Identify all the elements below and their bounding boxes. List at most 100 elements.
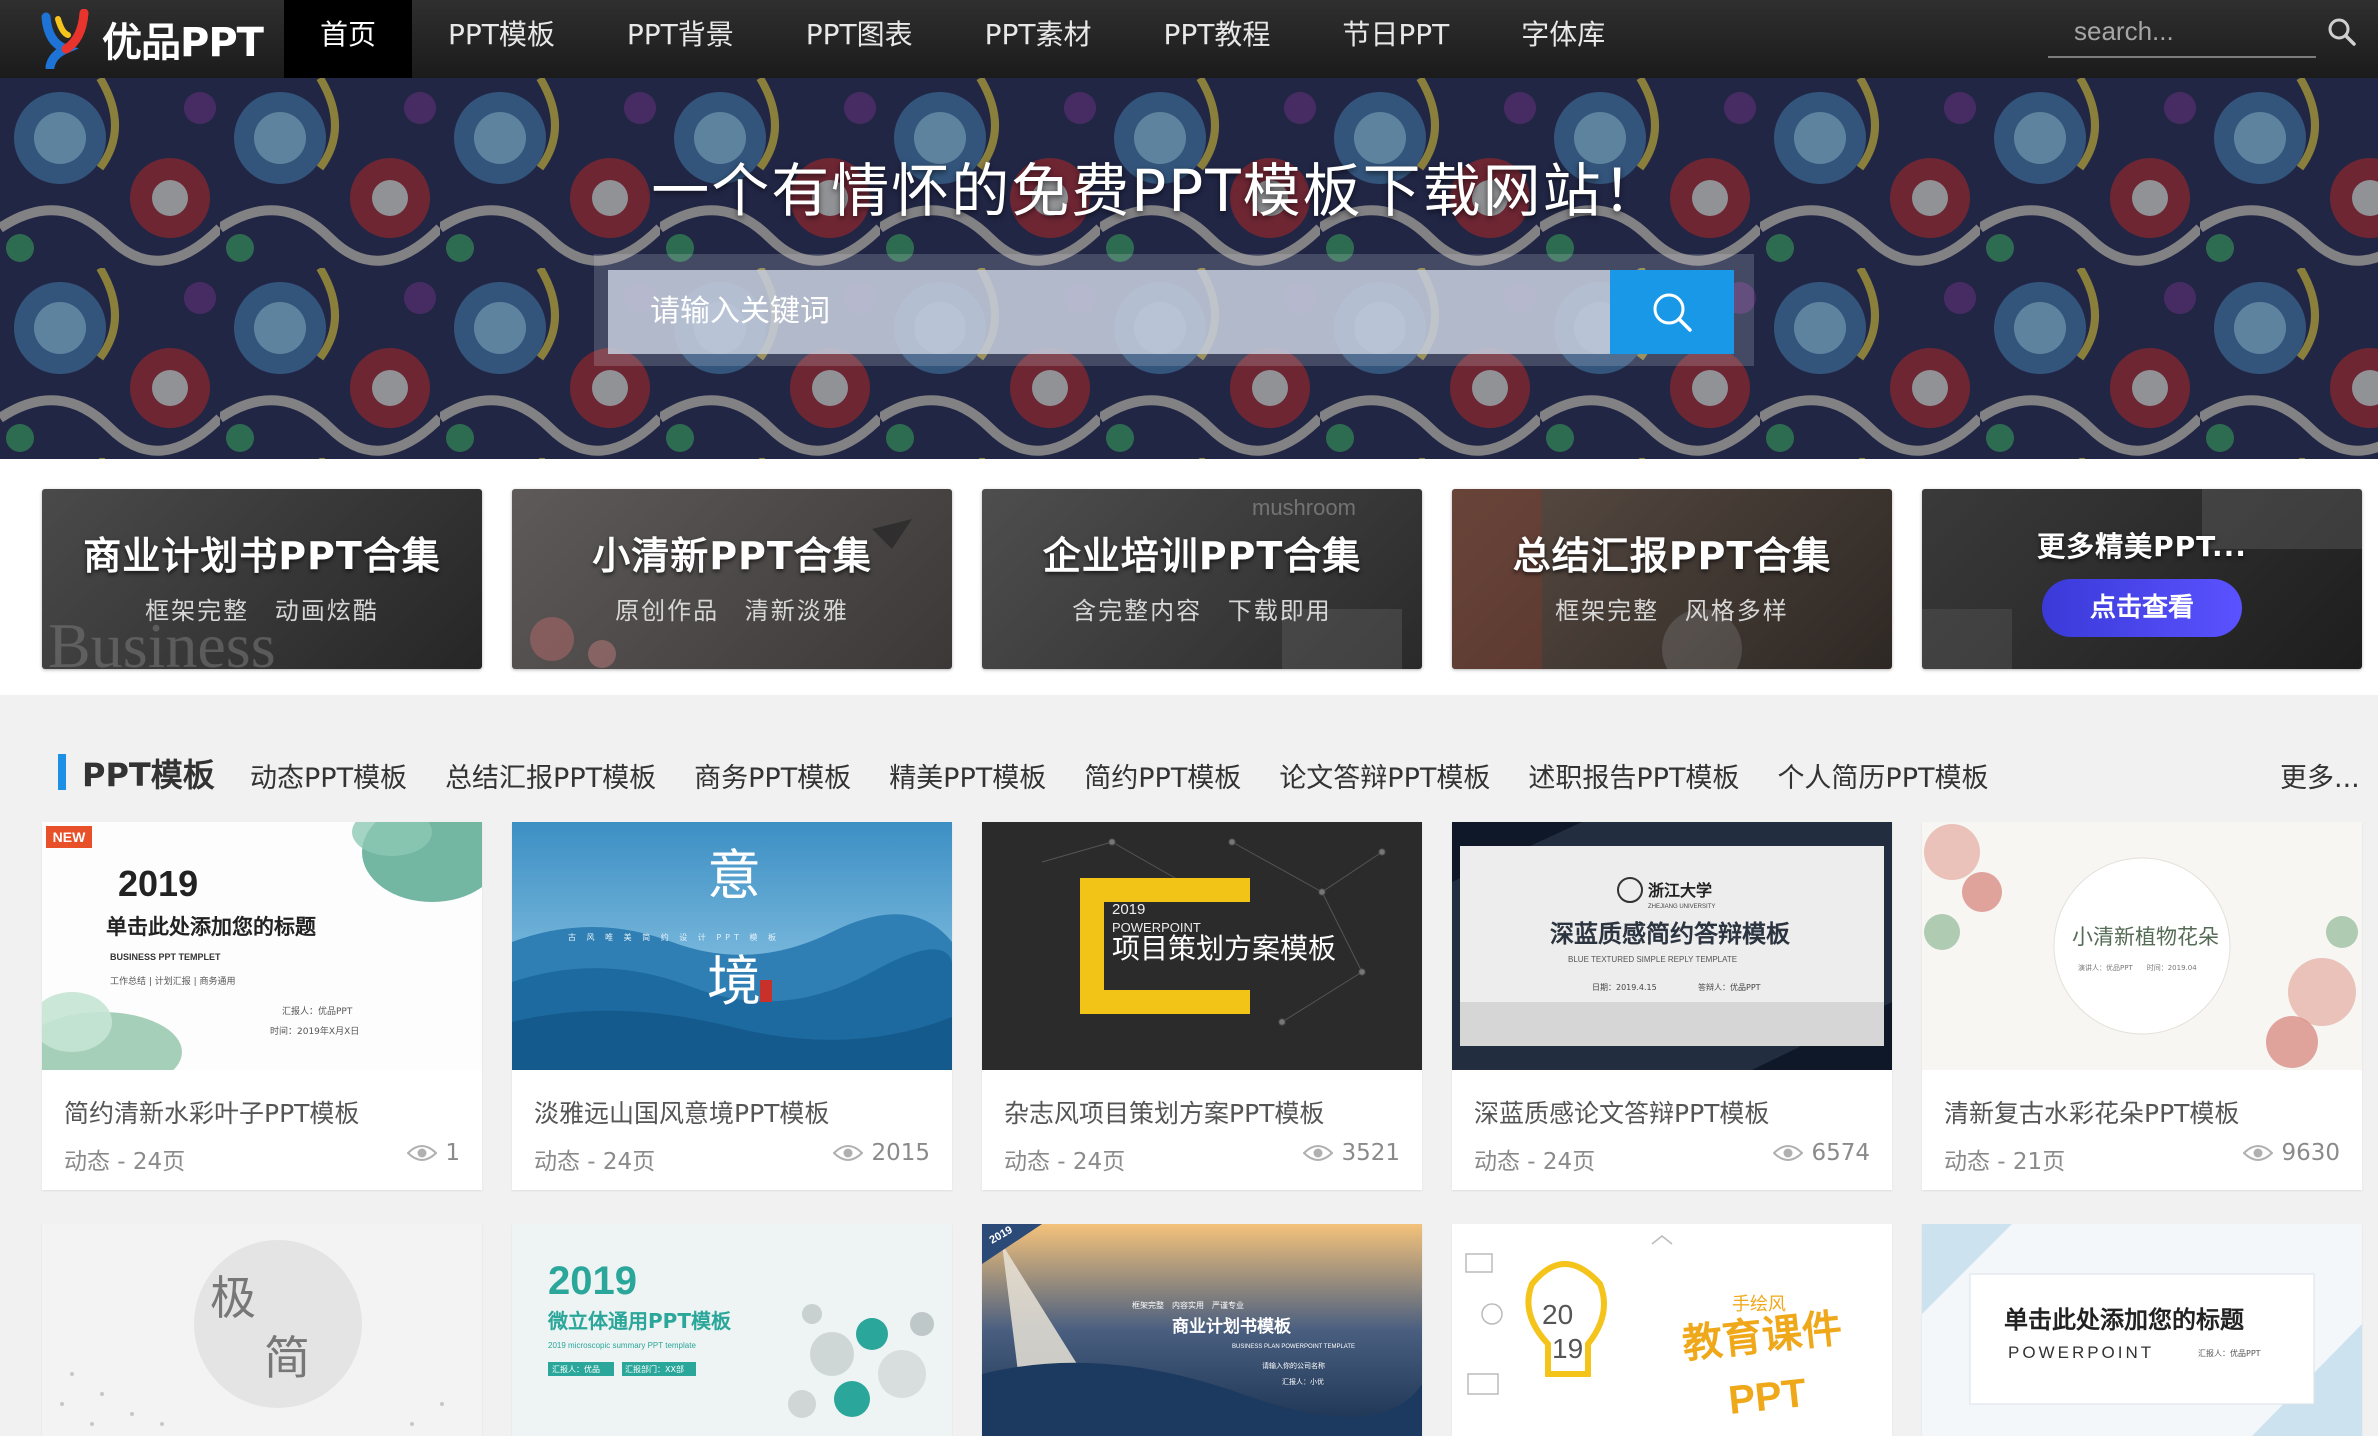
category-links: 动态PPT模板 总结汇报PPT模板 商务PPT模板 精美PPT模板 简约PPT模… [250, 756, 2027, 795]
category-link-summary[interactable]: 总结汇报PPT模板 [445, 756, 656, 795]
view-count-value: 3521 [1341, 1140, 1400, 1166]
template-thumbnail[interactable]: 2019 框架完整 内容实用 严谨专业 商业计划书模板 BUSINESS PLA… [982, 1224, 1422, 1436]
template-card[interactable]: 小清新植物花朵 演讲人：优品PPT 时间：2019.04 清新复古水彩花朵PPT… [1922, 822, 2362, 1190]
nav-item-ppt-charts[interactable]: PPT图表 [770, 0, 949, 78]
banner-subtitle: 框架完整 风格多样 [1555, 597, 1789, 625]
nav-item-fonts[interactable]: 字体库 [1485, 0, 1641, 78]
template-title[interactable]: 杂志风项目策划方案PPT模板 [1004, 1094, 1324, 1130]
eye-icon [1303, 1145, 1334, 1161]
nav-item-ppt-materials[interactable]: PPT素材 [949, 0, 1128, 78]
template-card[interactable]: 浙江大学 ZHEJIANG UNIVERSITY 深蓝质感简约答辩模板 BLUE… [1452, 822, 1892, 1190]
thumb-school-en: ZHEJIANG UNIVERSITY [1648, 904, 1715, 910]
template-meta: 动态 - 24页 [1474, 1149, 1596, 1175]
category-link-business[interactable]: 商务PPT模板 [694, 756, 851, 795]
thumb-year: 2019 [118, 863, 198, 904]
category-link-thesis[interactable]: 论文答辩PPT模板 [1279, 756, 1490, 795]
banner-subtitle: 框架完整 动画炫酷 [145, 597, 379, 625]
thumb-heading: 单击此处添加您的标题 [106, 915, 317, 939]
thumb-subtitle: BUSINESS PPT TEMPLET [110, 952, 221, 962]
banner-title: 总结汇报PPT合集 [1512, 534, 1832, 578]
thumb-tags: 框架完整 内容实用 严谨专业 [1132, 1300, 1244, 1310]
thumbnail-image: 浙江大学 ZHEJIANG UNIVERSITY 深蓝质感简约答辩模板 BLUE… [1452, 822, 1892, 1070]
hero-search-button[interactable] [1610, 270, 1734, 354]
nav-item-ppt-tutorials[interactable]: PPT教程 [1128, 0, 1307, 78]
template-thumbnail[interactable]: 20 19 手绘风 教育课件 PPT [1452, 1224, 1892, 1436]
thumbnail-image: 极 简 [42, 1224, 482, 1436]
section-title: PPT模板 [82, 756, 215, 794]
category-link-dynamic[interactable]: 动态PPT模板 [250, 756, 407, 795]
template-card[interactable]: 2019 单击此处添加您的标题 BUSINESS PPT TEMPLET 工作总… [42, 822, 482, 1190]
site-logo[interactable]: 优品PPT [38, 6, 264, 72]
search-icon[interactable] [2326, 16, 2358, 48]
eye-icon [2243, 1145, 2274, 1161]
banner-subtitle: 含完整内容 下载即用 [1072, 597, 1332, 625]
template-thumbnail[interactable]: 浙江大学 ZHEJIANG UNIVERSITY 深蓝质感简约答辩模板 BLUE… [1452, 822, 1892, 1070]
view-more-button[interactable]: 点击查看 [2042, 579, 2242, 637]
thumbnail-image: 意 境 古 风 唯 美 简 约 设 计 PPT 模 板 [512, 822, 952, 1070]
category-link-resume[interactable]: 个人简历PPT模板 [1777, 756, 1988, 795]
template-title[interactable]: 清新复古水彩花朵PPT模板 [1944, 1094, 2239, 1130]
thumb-heading: 小清新植物花朵 [2072, 925, 2219, 949]
template-thumbnail[interactable]: 2019 POWERPOINT 项目策划方案模板 [982, 822, 1422, 1070]
template-title[interactable]: 简约清新水彩叶子PPT模板 [64, 1094, 359, 1130]
template-thumbnail[interactable]: 意 境 古 风 唯 美 简 约 设 计 PPT 模 板 [512, 822, 952, 1070]
thumb-tag: 汇报人：优品 [552, 1364, 600, 1374]
template-card[interactable]: 极 简 [42, 1224, 482, 1436]
template-card[interactable]: 2019 微立体通用PPT模板 2019 microscopic summary… [512, 1224, 952, 1436]
view-count: 2015 [833, 1140, 930, 1166]
thumb-heading: 微立体通用PPT模板 [547, 1309, 732, 1333]
thumb-subtitle: BLUE TEXTURED SIMPLE REPLY TEMPLATE [1568, 955, 1737, 964]
category-more-link[interactable]: 更多... [2280, 756, 2360, 795]
thumbnail-image: 2019 POWERPOINT 项目策划方案模板 [982, 822, 1422, 1070]
template-card[interactable]: 20 19 手绘风 教育课件 PPT [1452, 1224, 1892, 1436]
template-card[interactable]: 2019 框架完整 内容实用 严谨专业 商业计划书模板 BUSINESS PLA… [982, 1224, 1422, 1436]
thumb-character: 境 [707, 950, 761, 1013]
nav-item-holiday-ppt[interactable]: 节日PPT [1306, 0, 1485, 78]
view-count: 9630 [2243, 1140, 2340, 1166]
logo-icon [41, 9, 89, 69]
nav-item-ppt-templates[interactable]: PPT模板 [412, 0, 591, 78]
template-thumbnail[interactable]: 2019 微立体通用PPT模板 2019 microscopic summary… [512, 1224, 952, 1436]
template-card[interactable]: 意 境 古 风 唯 美 简 约 设 计 PPT 模 板 淡雅远山国风意境PPT模… [512, 822, 952, 1190]
banner-fresh-style[interactable]: 小清新PPT合集 原创作品 清新淡雅 [512, 489, 952, 669]
thumb-character: 极 [210, 1271, 256, 1325]
thumb-subtitle: POWERPOINT [2008, 1343, 2154, 1362]
banner-business-plan[interactable]: Business 商业计划书PPT合集 框架完整 动画炫酷 [42, 489, 482, 669]
thumb-subtitle: BUSINESS PLAN POWERPOINT TEMPLATE [1232, 1344, 1355, 1350]
thumb-heading: 单击此处添加您的标题 [2004, 1306, 2244, 1334]
thumb-year: 2019 [1112, 901, 1145, 918]
template-thumbnail[interactable]: 极 简 [42, 1224, 482, 1436]
thumb-date: 日期：2019.4.15 [1592, 983, 1657, 992]
template-title[interactable]: 深蓝质感论文答辩PPT模板 [1474, 1094, 1769, 1130]
category-link-exquisite[interactable]: 精美PPT模板 [889, 756, 1046, 795]
section-marker [58, 754, 66, 790]
template-card[interactable]: 单击此处添加您的标题 POWERPOINT 汇报人：优品PPT [1922, 1224, 2362, 1436]
template-thumbnail[interactable]: 单击此处添加您的标题 POWERPOINT 汇报人：优品PPT [1922, 1224, 2362, 1436]
template-thumbnail[interactable]: 2019 单击此处添加您的标题 BUSINESS PPT TEMPLET 工作总… [42, 822, 482, 1070]
template-meta: 动态 - 24页 [64, 1149, 186, 1175]
eye-icon [1773, 1145, 1804, 1161]
template-thumbnail[interactable]: 小清新植物花朵 演讲人：优品PPT 时间：2019.04 [1922, 822, 2362, 1070]
template-title[interactable]: 淡雅远山国风意境PPT模板 [534, 1094, 829, 1130]
template-card[interactable]: 2019 POWERPOINT 项目策划方案模板 杂志风项目策划方案PPT模板 … [982, 822, 1422, 1190]
banner-title: 更多精美PPT... [2037, 530, 2247, 563]
feature-banners: Business 商业计划书PPT合集 框架完整 动画炫酷 小清新PPT合集 原… [0, 459, 2378, 695]
top-search-input[interactable] [2048, 6, 2316, 56]
thumbnail-image: 2019 微立体通用PPT模板 2019 microscopic summary… [512, 1224, 952, 1436]
banner-corporate-training[interactable]: mushroom 企业培训PPT合集 含完整内容 下载即用 [982, 489, 1422, 669]
thumb-year: 20 [1542, 1299, 1573, 1330]
view-count: 3521 [1303, 1140, 1400, 1166]
view-count-value: 6574 [1811, 1140, 1870, 1166]
hero-title: 一个有情怀的免费PPT模板下载网站！ [651, 157, 1663, 225]
template-meta: 动态 - 24页 [534, 1149, 656, 1175]
banner-more-ppt[interactable]: 更多精美PPT... 点击查看 [1922, 489, 2362, 669]
banner-summary-report[interactable]: 总结汇报PPT合集 框架完整 风格多样 [1452, 489, 1892, 669]
thumb-reporter: 汇报人：优品PPT [282, 1005, 353, 1017]
nav-item-ppt-backgrounds[interactable]: PPT背景 [591, 0, 770, 78]
category-link-simple[interactable]: 简约PPT模板 [1084, 756, 1241, 795]
nav-item-home[interactable]: 首页 [284, 0, 413, 78]
thumb-ppt: PPT [1726, 1371, 1808, 1423]
category-link-report[interactable]: 述职报告PPT模板 [1528, 756, 1739, 795]
thumb-heading: 商业计划书模板 [1172, 1316, 1292, 1337]
hero-search-input[interactable]: 请输入关键词 [608, 270, 1610, 354]
